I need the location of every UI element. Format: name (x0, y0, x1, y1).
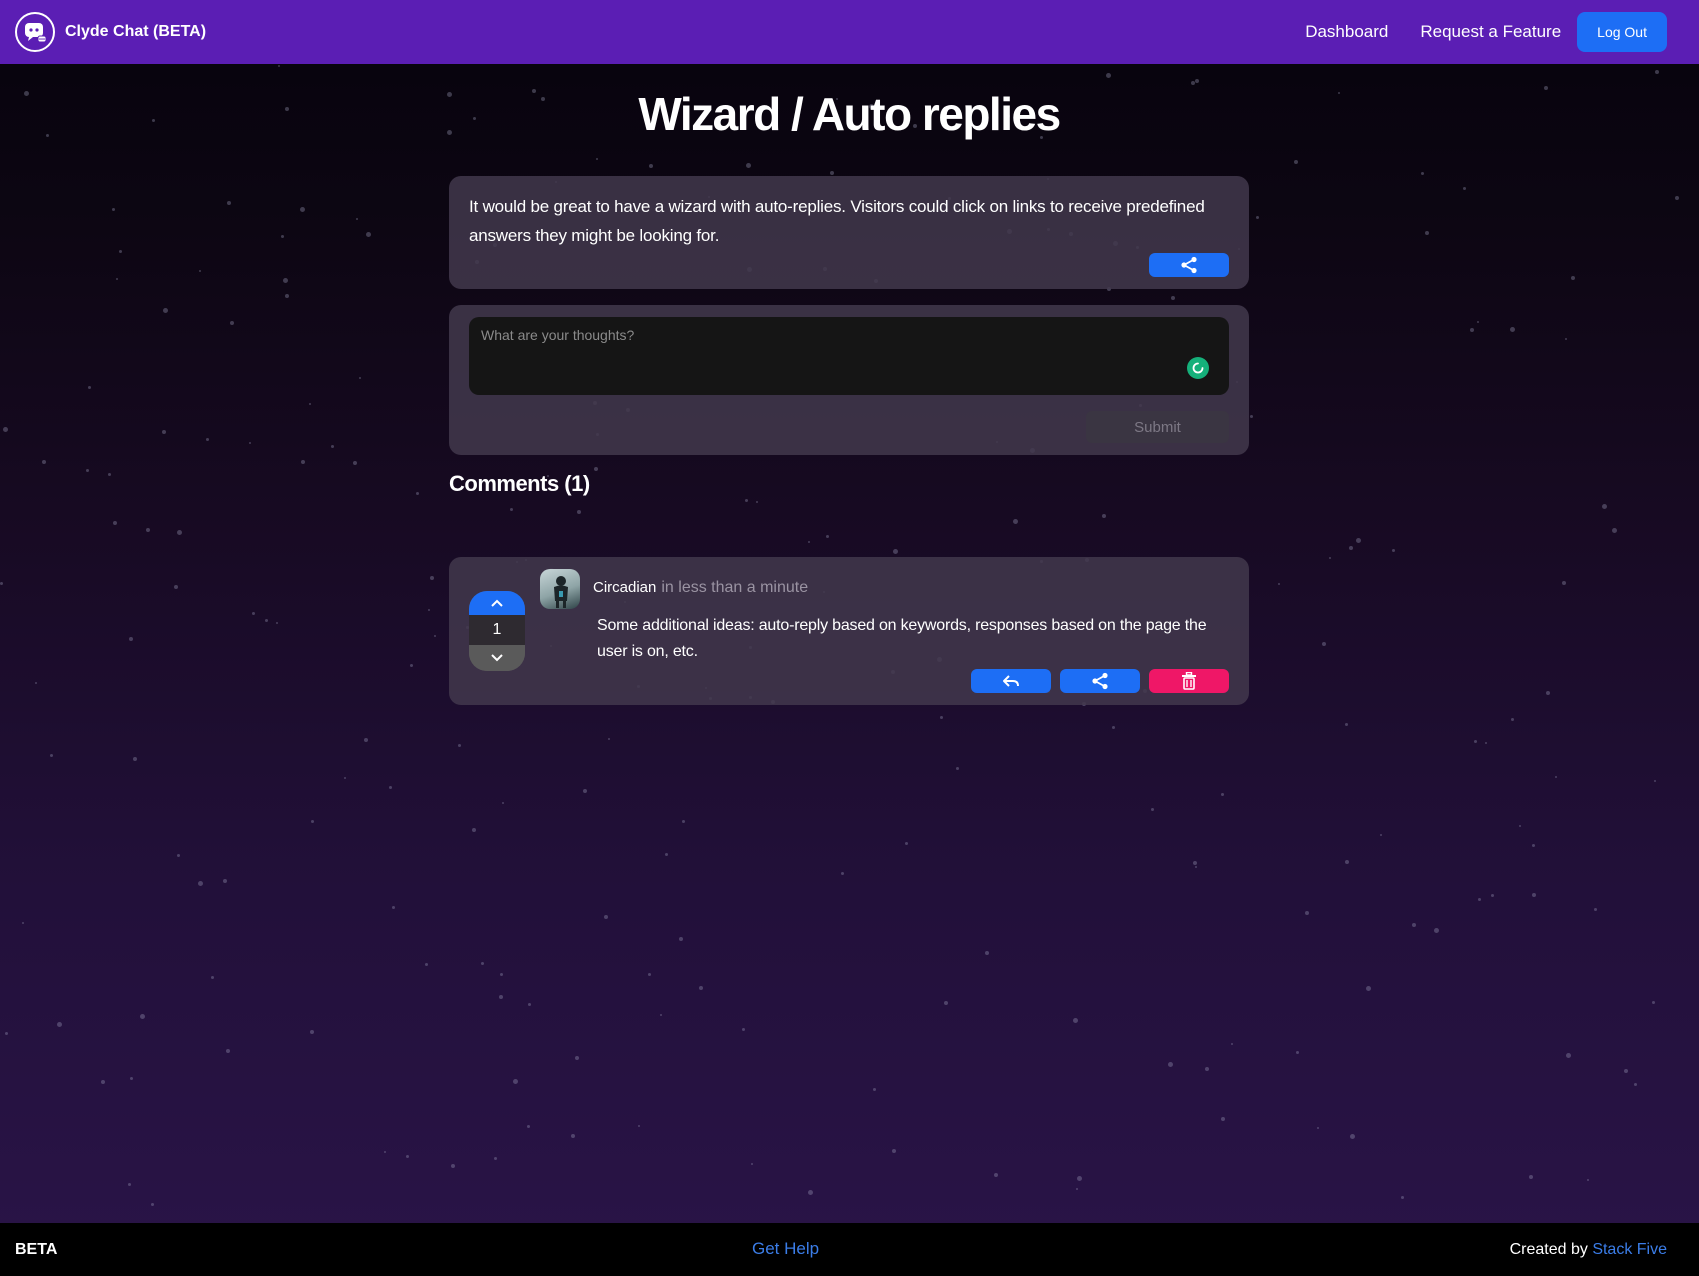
comment-body: Some additional ideas: auto-reply based … (597, 617, 1207, 660)
comment-author[interactable]: Circadian (593, 579, 656, 596)
main-nav: Dashboard Request a Feature Log Out (1305, 12, 1667, 52)
comment-input[interactable] (481, 327, 1217, 385)
grammarly-icon[interactable] (1187, 357, 1209, 379)
comment-form: Submit (449, 305, 1249, 455)
get-help-link[interactable]: Get Help (752, 1239, 819, 1259)
brand[interactable]: Clyde Chat (BETA) (15, 12, 206, 52)
share-feature-button[interactable] (1149, 253, 1229, 277)
reply-button[interactable] (971, 669, 1051, 693)
comments-heading: Comments (1) (449, 471, 590, 496)
trash-icon (1182, 672, 1196, 690)
chevron-up-icon (491, 599, 503, 607)
comment-item: 1 Circadian in less than a minute Some a… (449, 557, 1249, 705)
delete-comment-button[interactable] (1149, 669, 1229, 693)
chevron-down-icon (491, 654, 503, 662)
feature-detail: Wizard / Auto replies It would be great … (449, 64, 1249, 705)
comment-timestamp: in less than a minute (661, 579, 809, 596)
vote-count: 1 (469, 615, 525, 645)
vote-control: 1 (469, 591, 525, 671)
share-icon (1181, 256, 1197, 274)
comment-input-wrapper (469, 317, 1229, 395)
reply-icon (1003, 675, 1019, 687)
upvote-button[interactable] (469, 591, 525, 615)
feature-description: It would be great to have a wizard with … (469, 197, 1205, 245)
stack-five-link[interactable]: Stack Five (1592, 1241, 1667, 1258)
share-icon (1092, 672, 1108, 690)
nav-dashboard-link[interactable]: Dashboard (1305, 22, 1388, 42)
page-title: Wizard / Auto replies (638, 88, 1061, 140)
downvote-button[interactable] (469, 645, 525, 671)
share-comment-button[interactable] (1060, 669, 1140, 693)
top-navbar: Clyde Chat (BETA) Dashboard Request a Fe… (0, 0, 1699, 64)
avatar (540, 569, 580, 609)
comment-actions (971, 669, 1229, 693)
comment-meta: Circadian in less than a minute (593, 579, 808, 597)
brand-name: Clyde Chat (BETA) (65, 23, 207, 40)
chat-bot-logo-icon (15, 12, 55, 52)
footer-credit: Created by Stack Five (1510, 1241, 1667, 1259)
footer-beta-label: BETA (15, 1240, 58, 1258)
feature-description-card: It would be great to have a wizard with … (449, 176, 1249, 289)
logout-button[interactable]: Log Out (1577, 12, 1667, 52)
footer-credit-prefix: Created by (1509, 1240, 1588, 1258)
submit-comment-button[interactable]: Submit (1086, 411, 1229, 443)
footer: BETA Get Help Created by Stack Five (0, 1223, 1699, 1276)
nav-request-feature-link[interactable]: Request a Feature (1420, 22, 1561, 42)
